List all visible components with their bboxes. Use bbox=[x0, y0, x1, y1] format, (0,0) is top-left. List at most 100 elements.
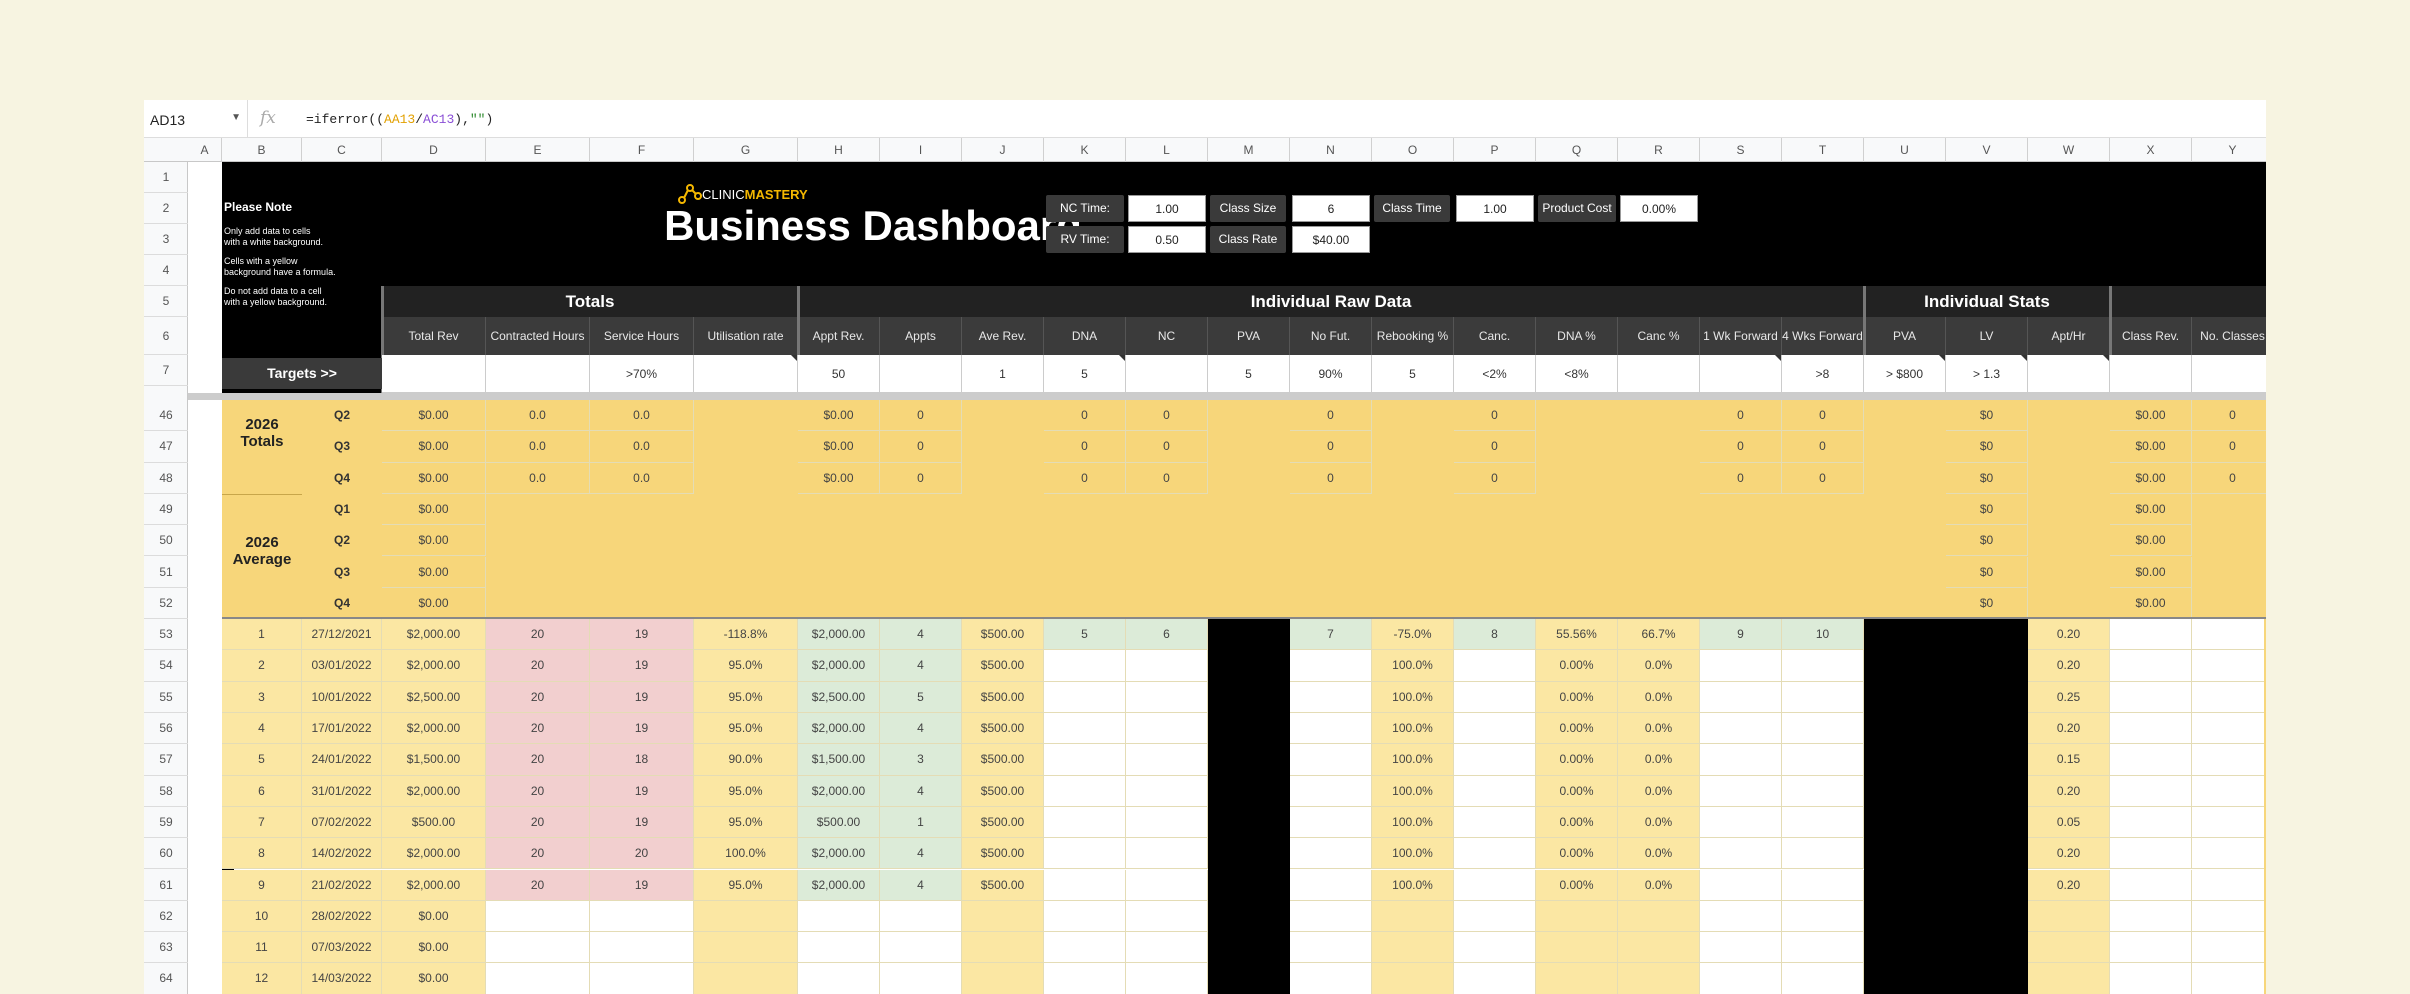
totals-cell-s[interactable]: 0 bbox=[1700, 400, 1782, 432]
col-header-g[interactable]: G bbox=[694, 138, 798, 162]
weekly-cell-o[interactable] bbox=[1372, 900, 1454, 933]
weekly-cell-k[interactable] bbox=[1044, 681, 1126, 713]
weekly-cell-f[interactable]: 19 bbox=[590, 775, 694, 807]
totals-cell-n[interactable]: 0 bbox=[1290, 462, 1372, 494]
totals-cell-i[interactable]: 0 bbox=[880, 431, 962, 463]
totals-cell-s[interactable]: 0 bbox=[1700, 462, 1782, 494]
target-cell-u[interactable]: > $800 bbox=[1864, 355, 1946, 393]
weekly-cell-d[interactable]: $0.00 bbox=[382, 900, 486, 933]
param-input[interactable]: 6 bbox=[1292, 195, 1370, 222]
totals-cell-v[interactable]: $0 bbox=[1946, 400, 2028, 432]
row-header-58[interactable]: 58 bbox=[144, 776, 188, 807]
weekly-cell-s[interactable]: 9 bbox=[1700, 619, 1782, 651]
param-input[interactable]: 0.50 bbox=[1128, 226, 1206, 253]
chevron-down-icon[interactable]: ▼ bbox=[231, 112, 241, 123]
average-cell-x[interactable]: $0.00 bbox=[2110, 493, 2192, 526]
totals-cell-y[interactable]: 0 bbox=[2192, 463, 2266, 494]
weekly-cell-y[interactable] bbox=[2192, 744, 2266, 776]
row-header-51[interactable]: 51 bbox=[144, 557, 188, 588]
weekly-cell-p[interactable] bbox=[1454, 963, 1536, 994]
weekly-cell-j[interactable] bbox=[962, 900, 1044, 933]
param-input[interactable]: 1.00 bbox=[1456, 195, 1534, 222]
weekly-cell-f[interactable]: 20 bbox=[590, 838, 694, 870]
weekly-cell-q[interactable]: 0.00% bbox=[1536, 775, 1618, 807]
weekly-cell-k[interactable] bbox=[1044, 900, 1126, 933]
weekly-cell-e[interactable]: 20 bbox=[486, 681, 590, 713]
target-cell-j[interactable]: 1 bbox=[962, 355, 1044, 393]
weekly-cell-x[interactable] bbox=[2110, 744, 2192, 776]
row-header-55[interactable]: 55 bbox=[144, 682, 188, 713]
weekly-cell-s[interactable] bbox=[1700, 775, 1782, 807]
weekly-cell-b[interactable]: 10 bbox=[222, 900, 302, 933]
col-header-u[interactable]: U bbox=[1864, 138, 1946, 162]
weekly-cell-t[interactable] bbox=[1782, 932, 1864, 964]
col-header-w[interactable]: W bbox=[2028, 138, 2110, 162]
weekly-cell-g[interactable]: -118.8% bbox=[694, 619, 798, 651]
totals-cell-f[interactable]: 0.0 bbox=[590, 431, 694, 463]
weekly-cell-n[interactable] bbox=[1290, 775, 1372, 807]
weekly-cell-r[interactable]: 0.0% bbox=[1618, 744, 1700, 776]
average-cell-v[interactable]: $0 bbox=[1946, 493, 2028, 526]
average-cell-x[interactable]: $0.00 bbox=[2110, 587, 2192, 620]
weekly-cell-r[interactable]: 0.0% bbox=[1618, 869, 1700, 901]
totals-cell-h[interactable]: $0.00 bbox=[798, 400, 880, 432]
row-header-52[interactable]: 52 bbox=[144, 588, 188, 620]
weekly-cell-g[interactable]: 95.0% bbox=[694, 775, 798, 807]
col-header-b[interactable]: B bbox=[222, 138, 302, 162]
average-cell-x[interactable]: $0.00 bbox=[2110, 525, 2192, 557]
col-header-l[interactable]: L bbox=[1126, 138, 1208, 162]
weekly-cell-g[interactable]: 95.0% bbox=[694, 869, 798, 901]
row-header-2[interactable]: 2 bbox=[144, 193, 188, 224]
weekly-cell-d[interactable]: $2,000.00 bbox=[382, 775, 486, 807]
weekly-cell-t[interactable] bbox=[1782, 869, 1864, 901]
weekly-cell-x[interactable] bbox=[2110, 713, 2192, 745]
weekly-cell-t[interactable] bbox=[1782, 744, 1864, 776]
weekly-cell-e[interactable]: 20 bbox=[486, 744, 590, 776]
totals-cell-i[interactable]: 0 bbox=[880, 400, 962, 432]
weekly-cell-x[interactable] bbox=[2110, 619, 2192, 651]
weekly-cell-e[interactable]: 20 bbox=[486, 619, 590, 651]
weekly-cell-k[interactable] bbox=[1044, 744, 1126, 776]
weekly-cell-r[interactable] bbox=[1618, 963, 1700, 994]
average-cell-d[interactable]: $0.00 bbox=[382, 556, 486, 588]
weekly-cell-p[interactable] bbox=[1454, 775, 1536, 807]
row-header-59[interactable]: 59 bbox=[144, 807, 188, 839]
row-header-6[interactable]: 6 bbox=[144, 317, 188, 355]
totals-cell-d[interactable]: $0.00 bbox=[382, 431, 486, 463]
weekly-cell-w[interactable] bbox=[2028, 932, 2110, 964]
weekly-cell-b[interactable]: 9 bbox=[222, 869, 302, 901]
weekly-cell-q[interactable] bbox=[1536, 963, 1618, 994]
weekly-cell-y[interactable] bbox=[2192, 713, 2266, 745]
totals-cell-f[interactable]: 0.0 bbox=[590, 400, 694, 432]
weekly-cell-o[interactable]: 100.0% bbox=[1372, 744, 1454, 776]
weekly-cell-c[interactable]: 03/01/2022 bbox=[302, 650, 382, 682]
weekly-cell-s[interactable] bbox=[1700, 650, 1782, 682]
weekly-cell-w[interactable]: 0.20 bbox=[2028, 775, 2110, 807]
weekly-cell-y[interactable] bbox=[2192, 806, 2266, 839]
weekly-cell-d[interactable]: $2,000.00 bbox=[382, 650, 486, 682]
weekly-cell-o[interactable] bbox=[1372, 963, 1454, 994]
target-cell-y[interactable] bbox=[2192, 355, 2266, 393]
weekly-cell-c[interactable]: 07/02/2022 bbox=[302, 806, 382, 839]
totals-cell-t[interactable]: 0 bbox=[1782, 431, 1864, 463]
weekly-cell-e[interactable] bbox=[486, 963, 590, 994]
totals-cell-k[interactable]: 0 bbox=[1044, 431, 1126, 463]
weekly-cell-t[interactable]: 10 bbox=[1782, 619, 1864, 651]
weekly-cell-s[interactable] bbox=[1700, 744, 1782, 776]
col-header-h[interactable]: H bbox=[798, 138, 880, 162]
col-header-q[interactable]: Q bbox=[1536, 138, 1618, 162]
weekly-cell-q[interactable]: 0.00% bbox=[1536, 681, 1618, 713]
weekly-cell-i[interactable]: 1 bbox=[880, 806, 962, 839]
totals-cell-l[interactable]: 0 bbox=[1126, 400, 1208, 432]
weekly-cell-y[interactable] bbox=[2192, 619, 2266, 651]
weekly-cell-c[interactable]: 31/01/2022 bbox=[302, 775, 382, 807]
row-header-56[interactable]: 56 bbox=[144, 713, 188, 745]
weekly-cell-l[interactable] bbox=[1126, 806, 1208, 839]
row-header-57[interactable]: 57 bbox=[144, 744, 188, 776]
weekly-cell-p[interactable] bbox=[1454, 744, 1536, 776]
totals-cell-h[interactable]: $0.00 bbox=[798, 431, 880, 463]
weekly-cell-j[interactable]: $500.00 bbox=[962, 806, 1044, 839]
weekly-cell-t[interactable] bbox=[1782, 681, 1864, 713]
weekly-cell-f[interactable] bbox=[590, 900, 694, 933]
target-cell-s[interactable] bbox=[1700, 355, 1782, 393]
